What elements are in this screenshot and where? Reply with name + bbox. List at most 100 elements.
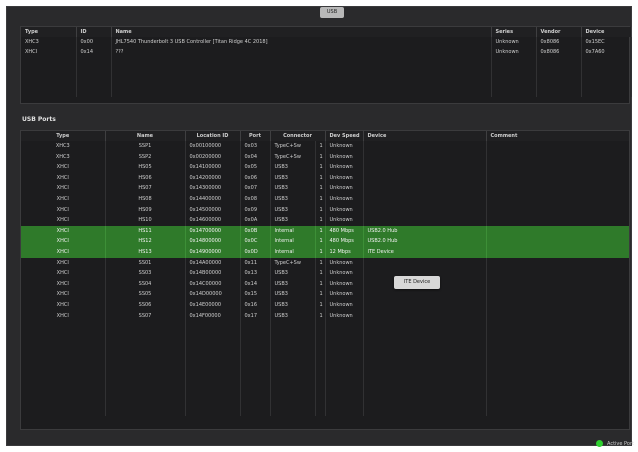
empty-row [21,363,629,375]
port-cell-comment[interactable] [486,162,629,173]
port-cell-type: XHCI [21,183,106,194]
port-cell-comment[interactable] [486,151,629,163]
column-header-dev-speed[interactable]: Dev Speed [325,131,364,141]
port-cell-location: 0x14A00000 [185,257,241,269]
port-cell-speed: 480 Mbps [325,236,364,247]
port-cell-location: 0x14200000 [185,172,241,184]
active-port-dot-icon [596,440,603,447]
port-cell-location: 0x14800000 [185,236,241,247]
port-cell-device [363,257,487,269]
port-cell-comment[interactable] [486,299,629,311]
port-cell-comment[interactable] [486,246,629,258]
port-cell-comment[interactable] [486,141,629,152]
port-cell-type: XHCI [21,162,106,173]
column-header-connector[interactable]: Connector [270,131,326,141]
column-header-device[interactable]: Device [581,27,632,37]
column-header-series[interactable]: Series [491,27,537,37]
port-cell-speed: Unknown [325,141,364,152]
port-cell-name: HS09 [105,204,186,216]
port-cell-comment[interactable] [486,215,629,226]
port-cell-location: 0x14700000 [185,225,241,237]
port-cell-port: 0x05 [240,162,271,173]
column-header-name[interactable]: Name [111,27,492,37]
empty-row [21,321,629,332]
port-cell-flag: 1 [315,183,326,194]
port-cell-type: XHCI [21,193,106,205]
port-row[interactable]: XHCI SS07 0x14F00000 0x17 USB3 1 Unknown [21,310,629,322]
port-cell-name: SS06 [105,299,186,311]
port-cell-comment[interactable] [486,257,629,269]
port-cell-port: 0x08 [240,193,271,205]
port-row[interactable]: XHCI SS01 0x14A00000 0x11 TypeC+Sw 1 Unknown [21,257,629,269]
controller-row[interactable]: XHCI 0x14??? Unknown 0x8086 0x7A60 [21,47,632,57]
port-cell-comment[interactable] [486,310,629,322]
port-cell-location: 0x14300000 [185,183,241,194]
port-cell-comment[interactable] [486,278,629,290]
port-cell-connector: USB3 [270,183,316,194]
port-row[interactable]: XHCI HS12 0x14800000 0x0C Internal 1 480 Mbps U… [21,236,629,247]
controller-cell-series: Unknown [491,37,537,47]
column-header-comment[interactable]: Comment [486,131,629,141]
column-header-location-id[interactable]: Location ID [185,131,241,141]
port-cell-port: 0x11 [240,257,271,269]
port-cell-location: 0x14E00000 [185,299,241,311]
tab-usb[interactable]: USB [320,7,344,18]
port-row[interactable]: XHCI HS13 0x14900000 0x0D Internal 1 12 Mbps IT… [21,246,629,258]
port-cell-comment[interactable] [486,172,629,184]
controller-row[interactable]: XHC3 0x00 JHL7540 Thunderbolt 3 USB Contro… [21,37,632,47]
port-cell-speed: Unknown [325,299,364,311]
port-cell-speed: Unknown [325,162,364,173]
port-cell-name: HS10 [105,215,186,226]
port-cell-device: USB2.0 Hub [363,236,487,247]
port-cell-comment[interactable] [486,225,629,237]
port-cell-name: HS11 [105,225,186,237]
port-cell-device [363,310,487,322]
port-cell-type: XHCI [21,310,106,322]
port-cell-comment[interactable] [486,236,629,247]
port-cell-comment[interactable] [486,193,629,205]
port-cell-comment[interactable] [486,183,629,194]
column-header-name[interactable]: Name [105,131,186,141]
column-header-id[interactable]: ID [76,27,112,37]
device-tooltip: ITE Device [394,276,440,289]
port-row[interactable]: XHCI SS05 0x14D00000 0x15 USB3 1 Unknown [21,289,629,300]
port-cell-flag: 1 [315,299,326,311]
column-header-device[interactable]: Device [363,131,487,141]
port-row[interactable]: XHCI HS09 0x14500000 0x09 USB3 1 Unknown [21,204,629,216]
port-cell-connector: Internal [270,236,316,247]
port-cell-comment[interactable] [486,204,629,216]
port-row[interactable]: XHCI HS10 0x14600000 0x0A USB3 1 Unknown [21,215,629,226]
port-cell-speed: 12 Mbps [325,246,364,258]
port-cell-name: SSP2 [105,151,186,163]
port-cell-connector: USB3 [270,215,316,226]
port-cell-comment[interactable] [486,289,629,300]
column-header-vendor[interactable]: Vendor [536,27,582,37]
port-row[interactable]: XHCI SS03 0x14B00000 0x13 USB3 1 Unknown [21,268,629,279]
port-row[interactable]: XHC3 SSP2 0x00200000 0x04 TypeC+Sw 1 Unknown [21,151,629,163]
port-row[interactable]: XHC3 SSP1 0x00100000 0x03 TypeC+Sw 1 Unknown [21,141,629,152]
port-row[interactable]: XHCI HS11 0x14700000 0x0B Internal 1 480 Mbps U… [21,225,629,237]
port-cell-speed: Unknown [325,215,364,226]
port-cell-connector: USB3 [270,193,316,205]
column-header-type[interactable]: Type [21,27,77,37]
port-row[interactable]: XHCI HS08 0x14400000 0x08 USB3 1 Unknown [21,193,629,205]
port-cell-flag: 1 [315,257,326,269]
empty-row [21,405,629,417]
controller-cell-type: XHCI [21,47,77,57]
port-cell-port: 0x0D [240,246,271,258]
port-row[interactable]: XHCI HS05 0x14100000 0x05 USB3 1 Unknown [21,162,629,173]
port-cell-location: 0x14900000 [185,246,241,258]
port-row[interactable]: XHCI SS04 0x14C00000 0x14 USB3 1 Unknown [21,278,629,290]
port-row[interactable]: XHCI SS06 0x14E00000 0x16 USB3 1 Unknown [21,299,629,311]
port-cell-connector: USB3 [270,172,316,184]
column-header-port[interactable]: Port [240,131,271,141]
port-cell-speed: Unknown [325,289,364,300]
port-cell-comment[interactable] [486,268,629,279]
column-header-type[interactable]: Type [21,131,106,141]
port-row[interactable]: XHCI HS06 0x14200000 0x06 USB3 1 Unknown [21,172,629,184]
controller-cell-vendor: 0x8086 [536,37,582,47]
port-cell-speed: Unknown [325,172,364,184]
port-cell-location: 0x14C00000 [185,278,241,290]
port-row[interactable]: XHCI HS07 0x14300000 0x07 USB3 1 Unknown [21,183,629,194]
empty-row [21,374,629,385]
